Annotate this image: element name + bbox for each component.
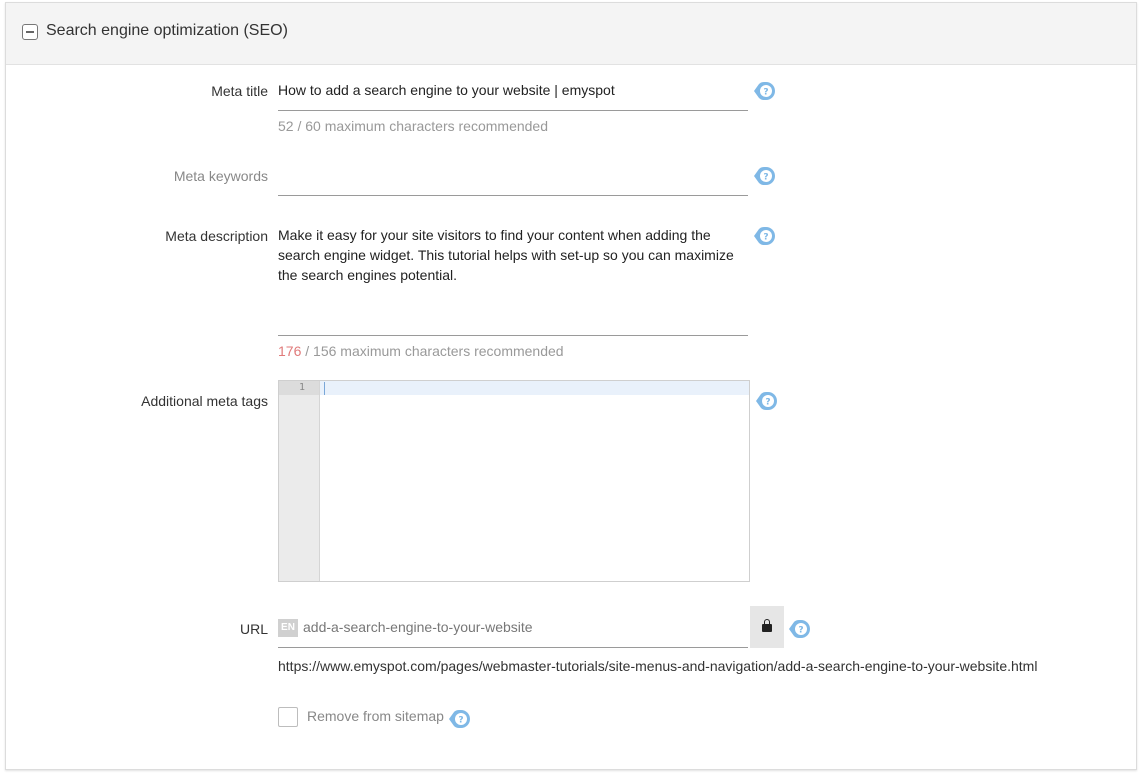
meta-title-counter-suffix: / 60 maximum characters recommended: [293, 118, 549, 134]
svg-text:?: ?: [798, 626, 803, 636]
meta-tags-code-editor[interactable]: 1: [278, 380, 750, 582]
meta-description-counter-suffix: / 156 maximum characters recommended: [301, 343, 564, 359]
additional-meta-tags-label: Additional meta tags: [141, 393, 268, 409]
svg-text:?: ?: [458, 716, 463, 726]
remove-from-sitemap-checkbox[interactable]: [278, 707, 298, 727]
meta-description-count: 176: [278, 343, 302, 359]
help-icon[interactable]: ?: [753, 165, 775, 187]
meta-title-counter: 52 / 60 maximum characters recommended: [278, 118, 548, 134]
svg-text:?: ?: [763, 233, 768, 243]
panel-title: Search engine optimization (SEO): [46, 22, 288, 39]
svg-text:?: ?: [763, 88, 768, 98]
url-input[interactable]: EN add-a-search-engine-to-your-website: [278, 609, 748, 648]
line-number: 1: [298, 382, 305, 393]
full-url: https://www.emyspot.com/pages/webmaster-…: [278, 658, 1038, 674]
language-badge: EN: [278, 619, 298, 637]
editor-active-line: [320, 381, 749, 395]
svg-text:?: ?: [765, 398, 770, 408]
meta-keywords-label: Meta keywords: [173, 168, 268, 184]
meta-title-input[interactable]: How to add a search engine to your websi…: [278, 80, 748, 111]
meta-description-counter: 176 / 156 maximum characters recommended: [278, 343, 564, 359]
panel-header[interactable]: Search engine optimization (SEO): [6, 3, 1136, 65]
lock-icon: [762, 619, 772, 632]
svg-text:?: ?: [763, 173, 768, 183]
help-icon[interactable]: ?: [448, 708, 470, 730]
url-slug: add-a-search-engine-to-your-website: [303, 619, 533, 635]
meta-keywords-input[interactable]: [278, 165, 748, 196]
editor-cursor: [324, 382, 325, 395]
lock-button[interactable]: [750, 606, 784, 648]
meta-description-label: Meta description: [165, 228, 268, 244]
meta-description-textarea[interactable]: Make it easy for your site visitors to f…: [278, 225, 748, 336]
help-icon[interactable]: ?: [755, 390, 777, 412]
remove-from-sitemap-label[interactable]: Remove from sitemap: [307, 708, 444, 724]
meta-title-count: 52: [278, 118, 294, 134]
help-icon[interactable]: ?: [788, 618, 810, 640]
meta-title-label: Meta title: [211, 83, 268, 99]
url-label: URL: [239, 621, 268, 637]
help-icon[interactable]: ?: [753, 225, 775, 247]
help-icon[interactable]: ?: [753, 80, 775, 102]
collapse-icon[interactable]: [22, 24, 38, 40]
editor-gutter: 1: [279, 381, 320, 581]
